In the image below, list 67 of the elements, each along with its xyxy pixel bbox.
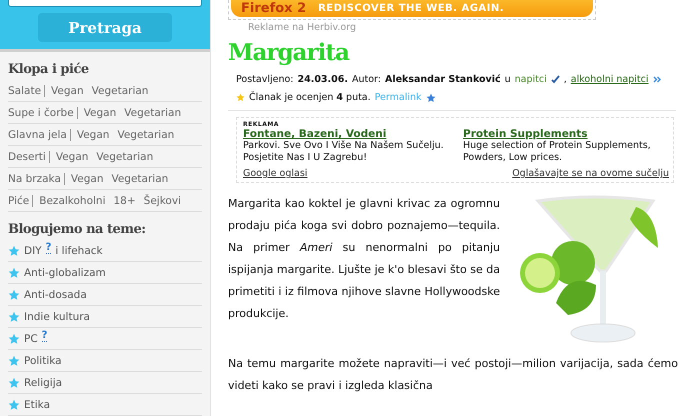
search-field[interactable] — [8, 0, 202, 7]
ad-text: Huge selection of Protein Supplements, Powders, Low prices. — [463, 140, 652, 164]
category-link[interactable]: alkoholni napitci — [570, 74, 648, 85]
banner-brand: Firefox 2 — [241, 2, 306, 15]
article-title: Margarita — [228, 39, 350, 66]
subcategory-link[interactable]: Vegetarian — [96, 150, 154, 162]
category-link[interactable]: Na brzaka — [8, 172, 65, 184]
star-icon — [8, 266, 20, 278]
star-icon — [426, 92, 436, 102]
meta-label: Postavljeno: — [236, 74, 294, 85]
star-icon — [8, 244, 20, 256]
category-link[interactable]: napitci — [514, 74, 547, 85]
ad-banner[interactable]: Firefox 2 REDISCOVER THE WEB. AGAIN. — [231, 0, 593, 17]
star-icon — [8, 332, 20, 344]
topic-link[interactable]: Etika — [24, 398, 50, 410]
rating-text: Članak je ocenjen 4 puta. — [249, 92, 371, 103]
google-ads-link[interactable]: Google oglasi — [243, 168, 308, 179]
meta-label: Autor: — [352, 74, 381, 85]
star-icon — [8, 354, 20, 366]
ad-title-link[interactable]: Fontane, Bazeni, Vodeni — [243, 128, 449, 140]
topic-link[interactable]: Politika — [24, 354, 62, 366]
category-link[interactable]: Deserti — [8, 150, 50, 162]
topic-link[interactable]: Anti-dosada — [24, 288, 87, 300]
star-icon — [8, 376, 20, 388]
subcategory-link[interactable]: Vegan — [56, 150, 88, 162]
topic-link[interactable]: i lifehack — [55, 244, 103, 256]
topic-link[interactable]: Religija — [24, 376, 62, 388]
category-link[interactable]: Salate — [8, 84, 46, 96]
double-chevron-icon — [652, 76, 660, 83]
subcategory-link[interactable]: Vegan — [84, 106, 116, 118]
star-icon — [8, 288, 20, 300]
category-link[interactable]: Supe i čorbe — [8, 106, 78, 118]
article-paragraph: Na temu margarite možete napraviti—i već postoji—milion varijacija, sada ćemo videti kako se pravi i izgleda klasična — [228, 356, 678, 394]
post-date: 24.03.06. — [297, 74, 348, 85]
category-link[interactable]: Piće — [8, 194, 34, 206]
ad-caption: Reklame na Herbiv.org — [247, 21, 358, 33]
subcategory-link[interactable]: 18+ — [114, 194, 136, 206]
help-link[interactable]: ? — [42, 331, 48, 342]
category-link[interactable]: Glavna jela — [8, 128, 71, 140]
ad-text: Parkovi. Sve Ovo I Više Na Našem Sučelju. Posjetite Nas I U Zagrebu! — [243, 140, 445, 164]
subcategory-link[interactable]: Vegan — [70, 172, 104, 184]
advertise-link[interactable]: Oglašavajte se na ovome sučelju — [512, 168, 669, 179]
subcategory-link[interactable]: Vegetarian — [92, 84, 148, 96]
star-icon — [236, 93, 245, 102]
topic-link[interactable]: Indie kultura — [24, 310, 90, 322]
topic-link[interactable]: Anti-globalizam — [24, 266, 106, 278]
ad-title-link[interactable]: Protein Supplements — [463, 128, 669, 140]
subcategory-link[interactable]: Vegetarian — [111, 172, 168, 184]
subcategory-link[interactable]: Vegetarian — [117, 128, 174, 140]
topic-link[interactable]: DIY — [24, 244, 42, 256]
section-heading: Blogujemo na teme: — [8, 221, 147, 239]
section-heading: Klopa i piće — [8, 61, 90, 79]
subcategory-link[interactable]: Vegan — [76, 128, 110, 140]
separator-text: , — [564, 74, 567, 85]
topic-link[interactable]: PC — [24, 332, 38, 344]
check-icon — [550, 75, 560, 84]
subcategory-link[interactable]: Vegan — [51, 84, 84, 96]
help-link[interactable]: ? — [46, 243, 52, 254]
banner-slogan: REDISCOVER THE WEB. AGAIN. — [318, 3, 504, 14]
subcategory-link[interactable]: Bezalkoholni — [39, 194, 106, 206]
subcategory-link[interactable]: Šejkovi — [144, 194, 181, 206]
star-icon — [8, 310, 20, 322]
article-paragraph: Margarita kao koktel je glavni krivac za ogromnu prodaju pića koga svi dobro poznajemo—tequila. Na primer Ameri su nenormalni po pitanju ispijanja margarite. Ljušte je k'o blesavi što se da primetiti i iz filmova njihove slavne Hollywoodske produkcije. — [228, 196, 500, 322]
meta-label: u — [504, 74, 511, 85]
subcategory-link[interactable]: Vegetarian — [124, 106, 182, 118]
star-icon — [8, 398, 20, 410]
author-name: Aleksandar Stanković — [384, 74, 501, 85]
